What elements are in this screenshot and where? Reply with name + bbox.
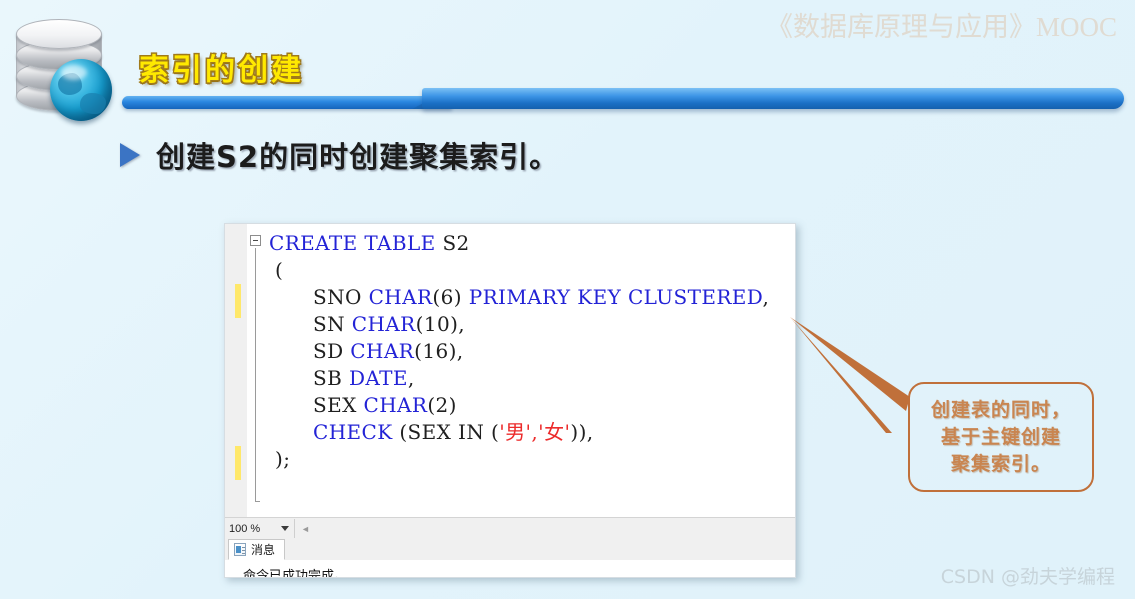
- code-token: CHAR: [368, 285, 433, 309]
- csdn-watermark: CSDN @劲夫学编程: [940, 566, 1115, 588]
- database-globe-icon: [6, 15, 124, 123]
- bullet-text: 创建S2的同时创建聚集索引。: [156, 140, 560, 174]
- callout-balloon: 创建表的同时， 基于主键创建 聚集索引。: [908, 382, 1094, 492]
- change-indicator-bar: [235, 284, 241, 318]
- code-token: (2): [427, 393, 457, 417]
- code-token: (6): [432, 285, 469, 309]
- code-token: (16),: [414, 339, 464, 363]
- globe-highlight: [61, 65, 87, 80]
- code-token: CHECK: [313, 420, 393, 444]
- code-token: )),: [570, 420, 594, 444]
- code-token: PRIMARY KEY CLUSTERED: [468, 285, 763, 309]
- code-token: CHAR: [351, 312, 416, 336]
- code-token: CHAR: [363, 393, 428, 417]
- sql-editor-area[interactable]: CREATE TABLE S2(SNO CHAR(6) PRIMARY KEY …: [225, 224, 795, 517]
- tab-messages-label: 消息: [251, 543, 276, 557]
- sql-code-text[interactable]: CREATE TABLE S2(SNO CHAR(6) PRIMARY KEY …: [269, 224, 795, 517]
- callout-text: 创建表的同时， 基于主键创建 聚集索引。: [910, 384, 1092, 490]
- code-line: (: [269, 257, 795, 284]
- code-line: SD CHAR(16),: [269, 338, 795, 365]
- divider-thick-segment: [422, 88, 1124, 109]
- code-token: SD: [313, 339, 351, 363]
- slide-canvas: 《数据库原理与应用》MOOC 索引的创建 创建S2的同时创建聚集索引。 CREA…: [0, 0, 1135, 599]
- code-token: (: [275, 258, 284, 282]
- code-line: SNO CHAR(6) PRIMARY KEY CLUSTERED,: [269, 284, 795, 311]
- message-text: 命令已成功完成。: [243, 569, 348, 578]
- code-line: );: [269, 446, 795, 473]
- course-watermark: 《数据库原理与应用》MOOC: [765, 12, 1117, 42]
- code-token: SEX: [313, 393, 364, 417]
- chevron-down-icon[interactable]: [281, 526, 289, 531]
- code-token: );: [275, 447, 291, 471]
- bullet-row: 创建S2的同时创建聚集索引。: [120, 134, 559, 176]
- code-folding-column[interactable]: [247, 224, 269, 517]
- code-token: S2: [442, 231, 470, 255]
- header-divider-bar: [122, 86, 1124, 114]
- horizontal-scroll-left-arrow[interactable]: ◄: [301, 524, 310, 534]
- results-tab-bar: 消息: [225, 538, 795, 561]
- callout-line-2: 基于主键创建: [940, 425, 1061, 448]
- code-line: SEX CHAR(2): [269, 392, 795, 419]
- page-title: 索引的创建: [139, 53, 304, 88]
- code-token: SN: [313, 312, 352, 336]
- callout-line-1: 创建表的同时，: [930, 398, 1071, 421]
- editor-gutter: [225, 224, 247, 517]
- zoom-level-value: 100 %: [229, 522, 261, 535]
- editor-zoom-strip: 100 % ◄: [225, 517, 795, 539]
- code-token: '男','女': [499, 420, 571, 444]
- globe-icon: [50, 59, 112, 121]
- code-line: SN CHAR(10),: [269, 311, 795, 338]
- code-token: SNO: [313, 285, 369, 309]
- messages-icon: [234, 543, 246, 556]
- code-line: CREATE TABLE S2: [269, 230, 795, 257]
- divider-thin-segment: [122, 96, 452, 109]
- messages-pane: 命令已成功完成。: [225, 560, 795, 577]
- code-line: CHECK (SEX IN ('男','女')),: [269, 419, 795, 446]
- code-token: ,: [407, 366, 415, 390]
- change-indicator-bar: [235, 446, 241, 480]
- code-token: CHAR: [350, 339, 415, 363]
- code-folding-line: [255, 248, 260, 502]
- callout-line-3: 聚集索引。: [950, 452, 1051, 475]
- code-line: SB DATE,: [269, 365, 795, 392]
- code-token: SB: [313, 366, 349, 390]
- triangle-bullet-icon: [120, 143, 140, 167]
- tab-messages[interactable]: 消息: [228, 539, 286, 560]
- zoom-level-dropdown[interactable]: 100 %: [225, 518, 295, 539]
- code-token: (10),: [415, 312, 466, 336]
- ssms-code-panel: CREATE TABLE S2(SNO CHAR(6) PRIMARY KEY …: [224, 223, 796, 578]
- collapse-minus-icon[interactable]: [250, 235, 261, 246]
- code-token: DATE: [348, 366, 408, 390]
- code-token: ,: [762, 285, 770, 309]
- code-token: (SEX IN (: [392, 420, 500, 444]
- code-token: CREATE TABLE: [269, 231, 443, 255]
- cylinder-disc-top: [16, 19, 102, 49]
